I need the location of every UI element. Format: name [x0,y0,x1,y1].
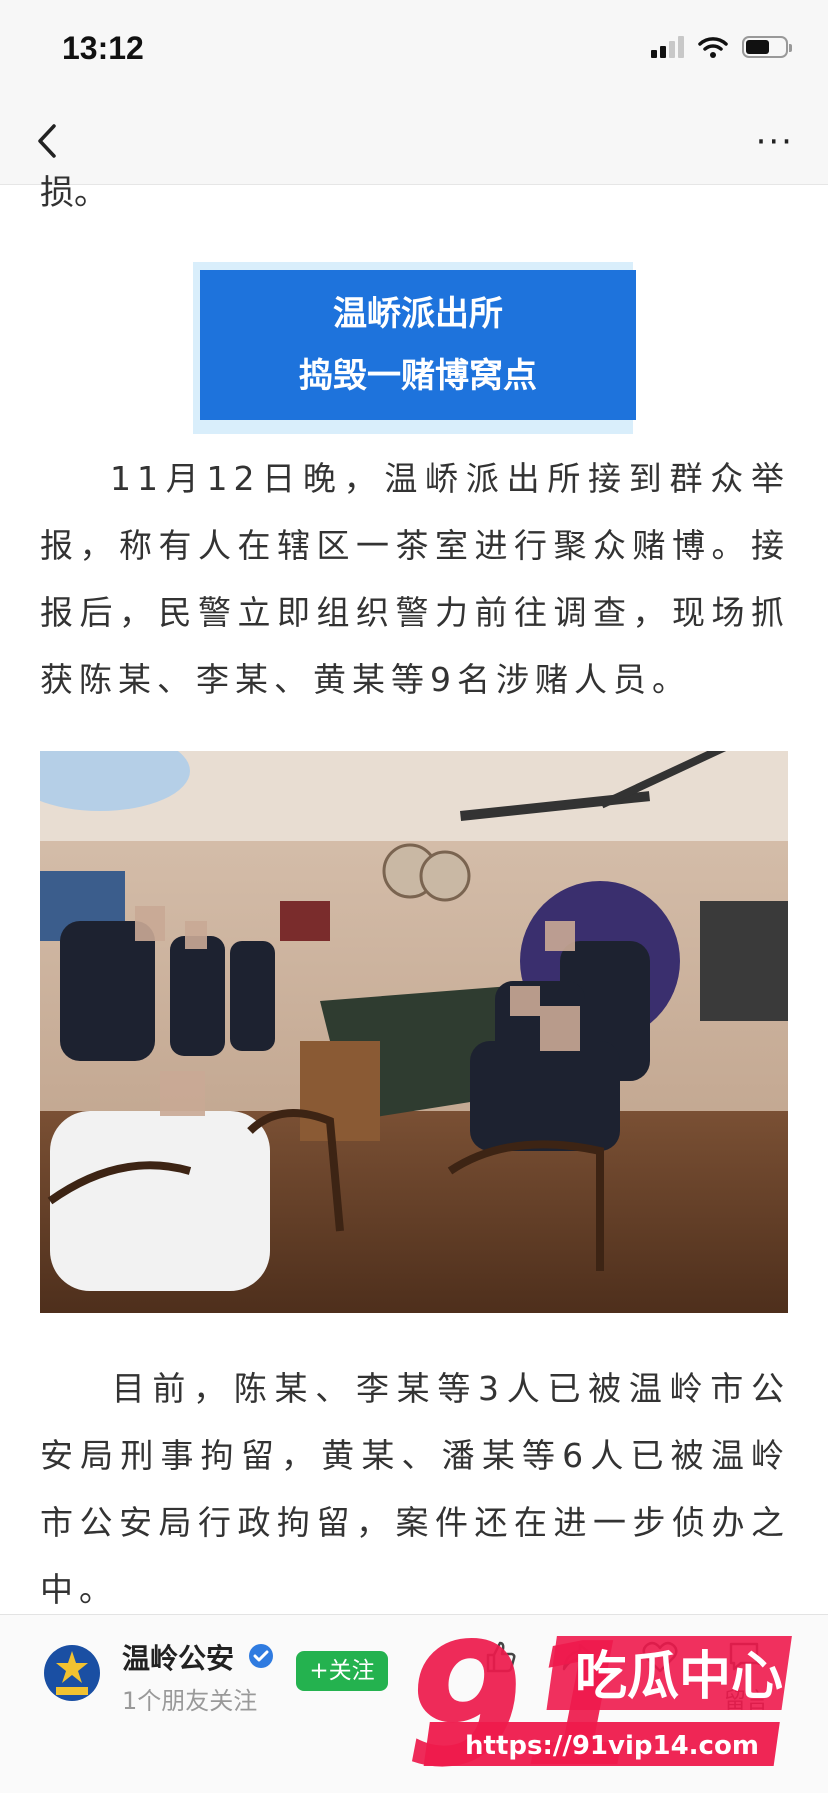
back-arrow-icon[interactable] [28,116,68,166]
scene-photo[interactable] [40,751,788,1313]
cellular-signal-icon [651,36,684,58]
thumbs-up-icon [486,1641,516,1673]
battery-icon [742,36,792,58]
status-bar: 13:12 [0,0,828,100]
status-icons [651,36,792,58]
like-button[interactable] [470,1639,530,1679]
heart-icon [642,1641,678,1673]
police-emblem-avatar[interactable] [42,1643,102,1703]
nav-bar: ··· [0,100,828,185]
paragraph-2: 目前，陈某、李某等3人已被温岭市公安局刑事拘留，黄某、潘某等6人已被温岭市公安局… [40,1355,790,1623]
bottom-account-bar: 温岭公安 1个朋友关注 +关注 留言 [0,1614,828,1793]
verified-badge-icon [249,1644,273,1668]
section-banner: 温峤派出所 捣毁一赌博窝点 [200,270,636,420]
wifi-icon [698,37,728,58]
comment-label: 留言 [723,1689,768,1714]
scene-photo-illustration [40,751,788,1313]
share-arrow-icon [562,1643,594,1671]
banner-line-1: 温峤派出所 [333,294,503,334]
paragraph-2-text: 目前，陈某、李某等3人已被温岭市公安局刑事拘留，黄某、潘某等6人已被温岭市公安局… [40,1369,790,1609]
share-button[interactable] [548,1639,608,1679]
paragraph-1-text: 11月12日晚，温峤派出所接到群众举报，称有人在辖区一茶室进行聚众赌博。接报后，… [40,459,790,699]
cut-off-text: 损。 [40,173,108,213]
favorite-button[interactable] [630,1639,690,1679]
follow-button[interactable]: +关注 [296,1651,388,1691]
banner-line-2: 捣毁一赌博窝点 [299,356,537,396]
more-options-icon[interactable]: ··· [756,122,794,162]
account-name[interactable]: 温岭公安 [122,1637,234,1677]
comment-button[interactable]: 留言 [716,1639,776,1715]
paragraph-1: 11月12日晚，温峤派出所接到群众举报，称有人在辖区一茶室进行聚众赌博。接报后，… [40,445,790,713]
status-time: 13:12 [62,30,144,66]
comment-bubble-icon [729,1642,761,1671]
account-subtitle: 1个朋友关注 [122,1687,258,1715]
